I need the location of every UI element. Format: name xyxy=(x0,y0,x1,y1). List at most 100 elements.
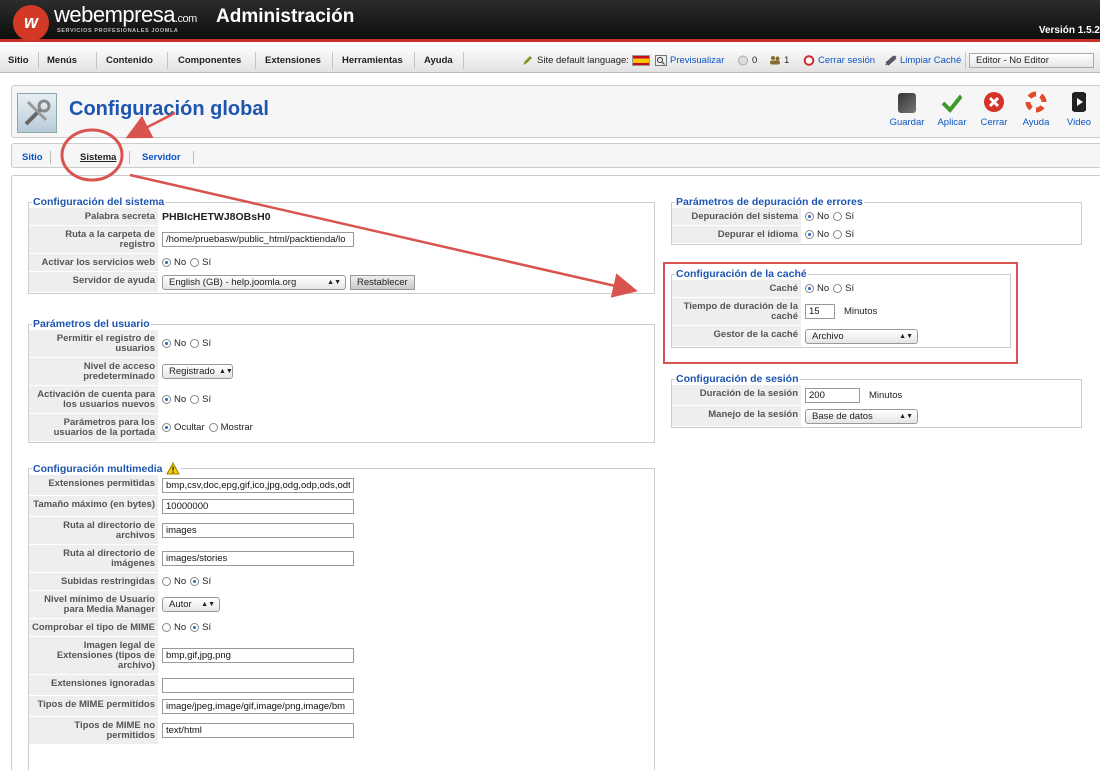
field-label: Imagen legal de Extensiones (tipos de ar… xyxy=(29,636,158,674)
images-path-input[interactable] xyxy=(162,551,354,567)
radio-no[interactable] xyxy=(162,577,171,587)
field-label: Ruta al directorio de imágenes xyxy=(29,544,158,572)
radio-yes[interactable] xyxy=(190,395,200,405)
help-button[interactable]: Ayuda xyxy=(1016,91,1056,128)
section-title: Configuración del sistema xyxy=(33,196,165,208)
radio-yes[interactable] xyxy=(833,212,843,222)
radio-no[interactable] xyxy=(805,212,814,222)
spain-flag-icon xyxy=(631,55,650,66)
video-icon xyxy=(1072,92,1086,112)
radio-no[interactable] xyxy=(162,339,171,349)
close-button[interactable]: Cerrar xyxy=(974,91,1014,128)
lifebuoy-icon xyxy=(1025,91,1047,113)
webempresa-logo-icon: w xyxy=(13,5,49,41)
session-lifetime-input[interactable] xyxy=(805,388,860,403)
logout-icon xyxy=(803,55,815,66)
radio-yes[interactable] xyxy=(190,623,200,633)
legal-image-ext-input[interactable] xyxy=(162,648,354,664)
messages-icon xyxy=(738,55,748,66)
page-toolbar: Configuración global Guardar Aplicar Cer… xyxy=(11,85,1100,138)
video-button[interactable]: Video xyxy=(1059,91,1099,128)
radio-no[interactable] xyxy=(805,230,814,240)
user-params-section: Parámetros del usuario Permitir el regis… xyxy=(28,318,655,443)
field-label: Manejo de la sesión xyxy=(672,406,801,426)
field-label: Extensiones permitidas xyxy=(29,475,158,495)
menu-sitio[interactable]: Sitio xyxy=(8,55,29,66)
secret-value: PHBIcHETWJ8OBsH0 xyxy=(162,211,271,223)
section-title: Parámetros del usuario xyxy=(33,318,150,330)
radio-yes[interactable] xyxy=(833,230,843,240)
min-user-select[interactable]: Autor ▲▼ xyxy=(162,597,220,613)
admin-header: w webempresa.com SERVICIOS PROFESIONALES… xyxy=(0,0,1100,42)
mime-denied-input[interactable] xyxy=(162,723,354,739)
version-label: Versión 1.5.2 xyxy=(1038,25,1100,36)
menu-ayuda[interactable]: Ayuda xyxy=(424,55,453,66)
editor-select[interactable]: Editor - No Editor xyxy=(969,53,1094,68)
users-icon xyxy=(770,56,780,65)
extensions-input[interactable] xyxy=(162,478,354,493)
field-label: Comprobar el tipo de MIME xyxy=(29,618,158,636)
field-label: Activar los servicios web xyxy=(29,253,158,271)
section-title: Configuración de sesión xyxy=(676,373,799,385)
field-label: Ruta al directorio de archivos xyxy=(29,517,158,544)
admin-title: Administración xyxy=(216,6,355,27)
config-tabs: Sitio Sistema Servidor xyxy=(11,143,1100,168)
tab-sistema[interactable]: Sistema xyxy=(80,152,116,163)
logout-link[interactable]: Cerrar sesión xyxy=(803,55,875,66)
pencil-icon xyxy=(523,56,532,65)
apply-button[interactable]: Aplicar xyxy=(932,91,972,128)
reset-button[interactable]: Restablecer xyxy=(350,274,415,290)
field-label: Palabra secreta xyxy=(29,208,158,225)
radio-hide[interactable] xyxy=(162,423,171,433)
logo-tagline: SERVICIOS PROFESIONALES JOOMLA xyxy=(57,28,179,34)
help-server-select[interactable]: English (GB) - help.joomla.org ▲▼ xyxy=(162,274,346,290)
messages-count[interactable]: 0 xyxy=(737,55,757,66)
tab-sitio[interactable]: Sitio xyxy=(22,152,43,163)
radio-no[interactable] xyxy=(162,258,171,268)
preview-link[interactable]: Previsualizar xyxy=(655,55,724,66)
max-size-input[interactable] xyxy=(162,499,354,514)
field-label: Depuración del sistema xyxy=(672,208,801,225)
field-label: Tamaño máximo (en bytes) xyxy=(29,496,158,516)
radio-yes[interactable] xyxy=(190,258,200,268)
save-button[interactable]: Guardar xyxy=(887,91,927,128)
section-title: Configuración multimedia xyxy=(32,462,181,475)
field-label: Activación de cuenta para los usuarios n… xyxy=(29,385,158,413)
menu-extensiones[interactable]: Extensiones xyxy=(265,55,321,66)
session-handler-select[interactable]: Base de datos ▲▼ xyxy=(805,409,918,424)
magnifier-icon xyxy=(655,55,667,66)
ignored-ext-input[interactable] xyxy=(162,677,354,693)
session-section: Configuración de sesión Duración de la s… xyxy=(671,373,1082,428)
files-path-input[interactable] xyxy=(162,523,354,539)
field-label: Parámetros para los usuarios de la porta… xyxy=(29,413,158,441)
save-icon xyxy=(898,93,916,113)
field-label: Subidas restringidas xyxy=(29,572,158,590)
menu-contenido[interactable]: Contenido xyxy=(106,55,153,66)
mime-allowed-input[interactable] xyxy=(162,698,354,714)
radio-show[interactable] xyxy=(208,423,218,433)
broom-icon xyxy=(885,55,897,66)
log-path-input[interactable] xyxy=(162,232,354,248)
radio-no[interactable] xyxy=(162,623,171,633)
menu-herramientas[interactable]: Herramientas xyxy=(342,55,403,66)
site-language: Site default language: xyxy=(522,55,650,66)
check-icon xyxy=(941,93,963,113)
field-label: Depurar el idioma xyxy=(672,225,801,243)
page-title: Configuración global xyxy=(69,98,269,120)
field-label: Tipos de MIME no permitidos xyxy=(29,716,158,744)
radio-no[interactable] xyxy=(162,395,171,405)
field-label: Nivel de acceso predeterminado xyxy=(29,357,158,385)
clear-cache-link[interactable]: Limpiar Caché xyxy=(885,55,961,66)
media-config-section: Configuración multimedia Extensiones per… xyxy=(28,462,655,770)
users-count[interactable]: 1 xyxy=(769,55,789,66)
close-icon xyxy=(984,92,1004,112)
radio-yes[interactable] xyxy=(190,577,200,587)
menu-componentes[interactable]: Componentes xyxy=(178,55,241,66)
access-level-select[interactable]: Registrado ▲▼ xyxy=(162,364,233,380)
radio-yes[interactable] xyxy=(190,339,200,349)
field-label: Tipos de MIME permitidos xyxy=(29,695,158,716)
menu-menus[interactable]: Menús xyxy=(47,55,77,66)
logo-name: webempresa.com xyxy=(54,2,197,27)
tab-servidor[interactable]: Servidor xyxy=(142,152,181,163)
field-label: Servidor de ayuda xyxy=(29,271,158,292)
